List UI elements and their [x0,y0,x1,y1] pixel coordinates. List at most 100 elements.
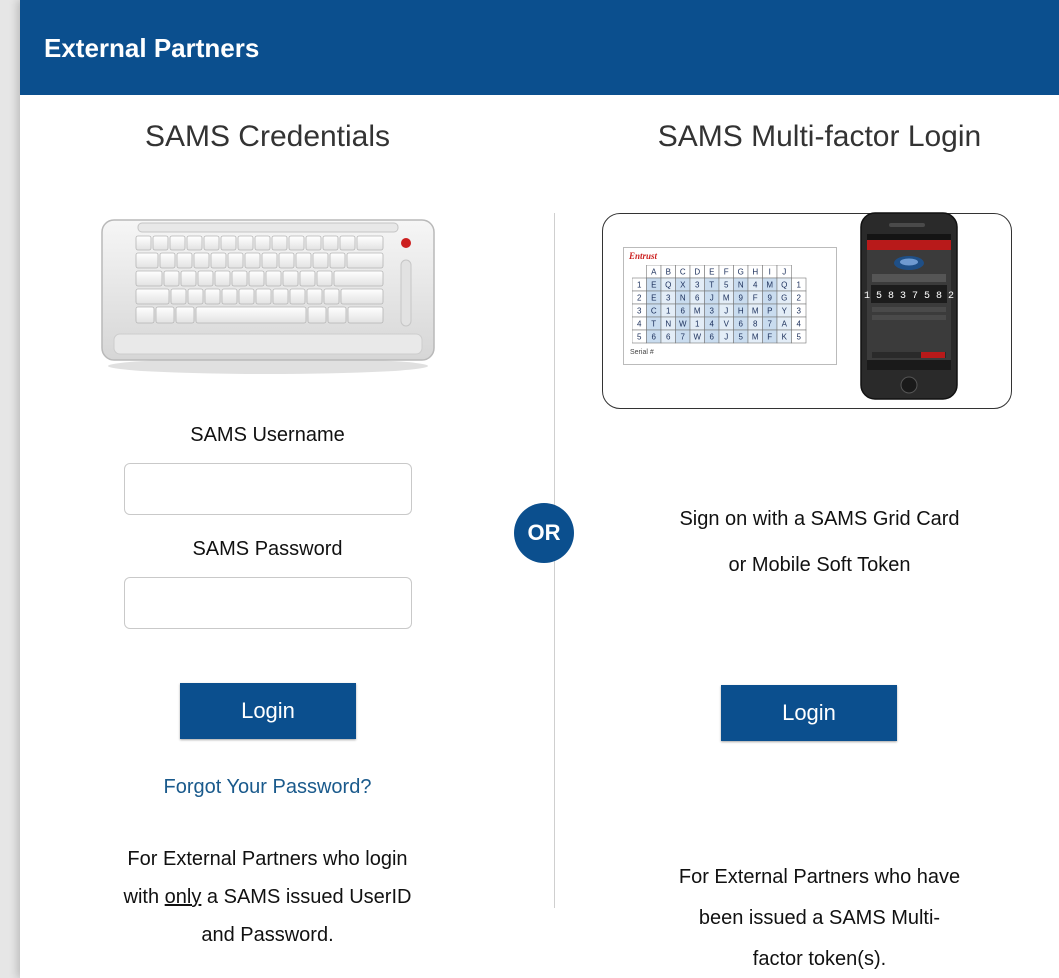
svg-text:K: K [782,333,788,342]
svg-text:Y: Y [782,307,788,316]
grid-card-cell: M [762,277,778,292]
grid-card-column-header: D [689,265,705,279]
svg-text:9: 9 [739,294,744,303]
grid-card-cell: 6 [704,329,720,344]
login-panel: External Partners SAMS Credentials SAMS … [20,0,1059,978]
svg-text:6: 6 [695,294,700,303]
credentials-login-button[interactable]: Login [180,683,356,739]
svg-text:4: 4 [710,320,715,329]
grid-card-table: A B C D E F G H I J1 E Q X 3 T 5 N 4 M Q 12 E 3 N 6 J M 9 F 9 G 23 C 1 6 M 3… [632,265,807,344]
multifactor-info-line1: Sign on with a SAMS Grid Card [679,508,960,530]
svg-text:T: T [651,320,656,329]
credentials-desc-line1: For External Partners who login [127,848,408,870]
grid-card-column-header: I [762,265,778,279]
svg-text:5: 5 [797,333,802,342]
username-input[interactable] [124,463,412,515]
svg-text:A: A [782,320,788,329]
multifactor-info: Sign on with a SAMS Grid Card or Mobile … [580,500,1059,584]
svg-text:M: M [694,307,701,316]
grid-card-cell: 1 [660,303,676,318]
grid-card-cell: M [747,329,763,344]
grid-card-cell: X [675,277,691,292]
svg-text:M: M [723,294,730,303]
desc-text: with [123,886,165,908]
grid-card-cell: 8 [747,316,763,331]
grid-card-cell: N [675,290,691,305]
multifactor-desc-line3: factor token(s). [752,948,887,970]
svg-text:G: G [781,294,787,303]
svg-text:C: C [680,268,686,277]
svg-text:G: G [738,268,744,277]
svg-text:V: V [724,320,730,329]
grid-card-cell: 9 [762,290,778,305]
grid-card-row-number: 1 [791,277,807,292]
forgot-password-link[interactable]: Forgot Your Password? [20,776,515,799]
keyboard-icon [101,219,435,374]
grid-card-column-header: E [704,265,720,279]
grid-card-row-number: 4 [632,316,647,331]
svg-text:F: F [753,294,758,303]
grid-card-cell: G [776,290,792,305]
svg-text:6: 6 [652,333,657,342]
credentials-desc-line3: and Password. [201,924,334,946]
grid-card-cell: W [675,316,691,331]
svg-text:3: 3 [695,281,700,290]
desc-emphasis: only [164,886,202,908]
svg-text:1: 1 [695,320,700,329]
svg-text:1: 1 [797,281,802,290]
grid-card-cell: 5 [733,329,749,344]
smartphone-icon: 1 5 8 3 7 5 8 2 [860,212,958,400]
grid-card-cell: 5 [718,277,734,292]
grid-card-cell: 1 [689,316,705,331]
svg-text:8: 8 [753,320,758,329]
or-badge: OR [514,503,574,563]
svg-text:A: A [651,268,657,277]
grid-card-cell: Q [660,277,676,292]
multifactor-description: For External Partners who have been issu… [580,857,1059,978]
svg-text:6: 6 [666,333,671,342]
svg-text:1: 1 [666,307,671,316]
grid-card: Entrust ABCDEFGHIJ1EQX3T5N4MQ12E3N6JM9F9… [623,247,837,365]
grid-card-row-number: 5 [632,329,647,344]
svg-text:N: N [665,320,671,329]
svg-text:H: H [738,307,744,316]
svg-text:3: 3 [637,307,642,316]
svg-text:F: F [724,268,729,277]
sams-credentials-title: SAMS Credentials [144,120,391,153]
password-input[interactable] [124,577,412,629]
grid-card-cell: 3 [689,277,705,292]
password-label: SAMS Password [192,538,343,560]
grid-card-cell: 6 [689,290,705,305]
svg-text:4: 4 [753,281,758,290]
grid-card-row-number: 2 [632,290,647,305]
grid-card-serial: Serial # [630,349,654,356]
svg-text:4: 4 [637,320,642,329]
svg-text:J: J [724,333,728,342]
svg-text:2: 2 [797,294,802,303]
grid-card-cell: 9 [733,290,749,305]
grid-card-column-header: H [747,265,763,279]
grid-card-column-header: C [675,265,691,279]
svg-text:7: 7 [768,320,773,329]
svg-text:N: N [680,294,686,303]
grid-card-cell: 3 [704,303,720,318]
grid-card-cell: P [762,303,778,318]
grid-card-cell: N [733,277,749,292]
grid-card-row-number: 2 [791,290,807,305]
grid-card-column-header: F [718,265,734,279]
svg-text:P: P [767,307,772,316]
svg-text:E: E [651,294,656,303]
svg-text:6: 6 [681,307,686,316]
entrust-logo: Entrust [629,251,658,261]
grid-card-cell: K [776,329,792,344]
svg-text:T: T [709,281,714,290]
svg-text:1: 1 [637,281,642,290]
svg-text:M: M [766,281,773,290]
grid-card-cell: E [646,277,662,292]
multifactor-login-button[interactable]: Login [721,685,897,741]
grid-card-cell: W [689,329,705,344]
grid-card-row-number: 4 [791,316,807,331]
credentials-description: For External Partners who login with onl… [20,840,515,954]
svg-text:X: X [680,281,686,290]
svg-text:E: E [709,268,714,277]
